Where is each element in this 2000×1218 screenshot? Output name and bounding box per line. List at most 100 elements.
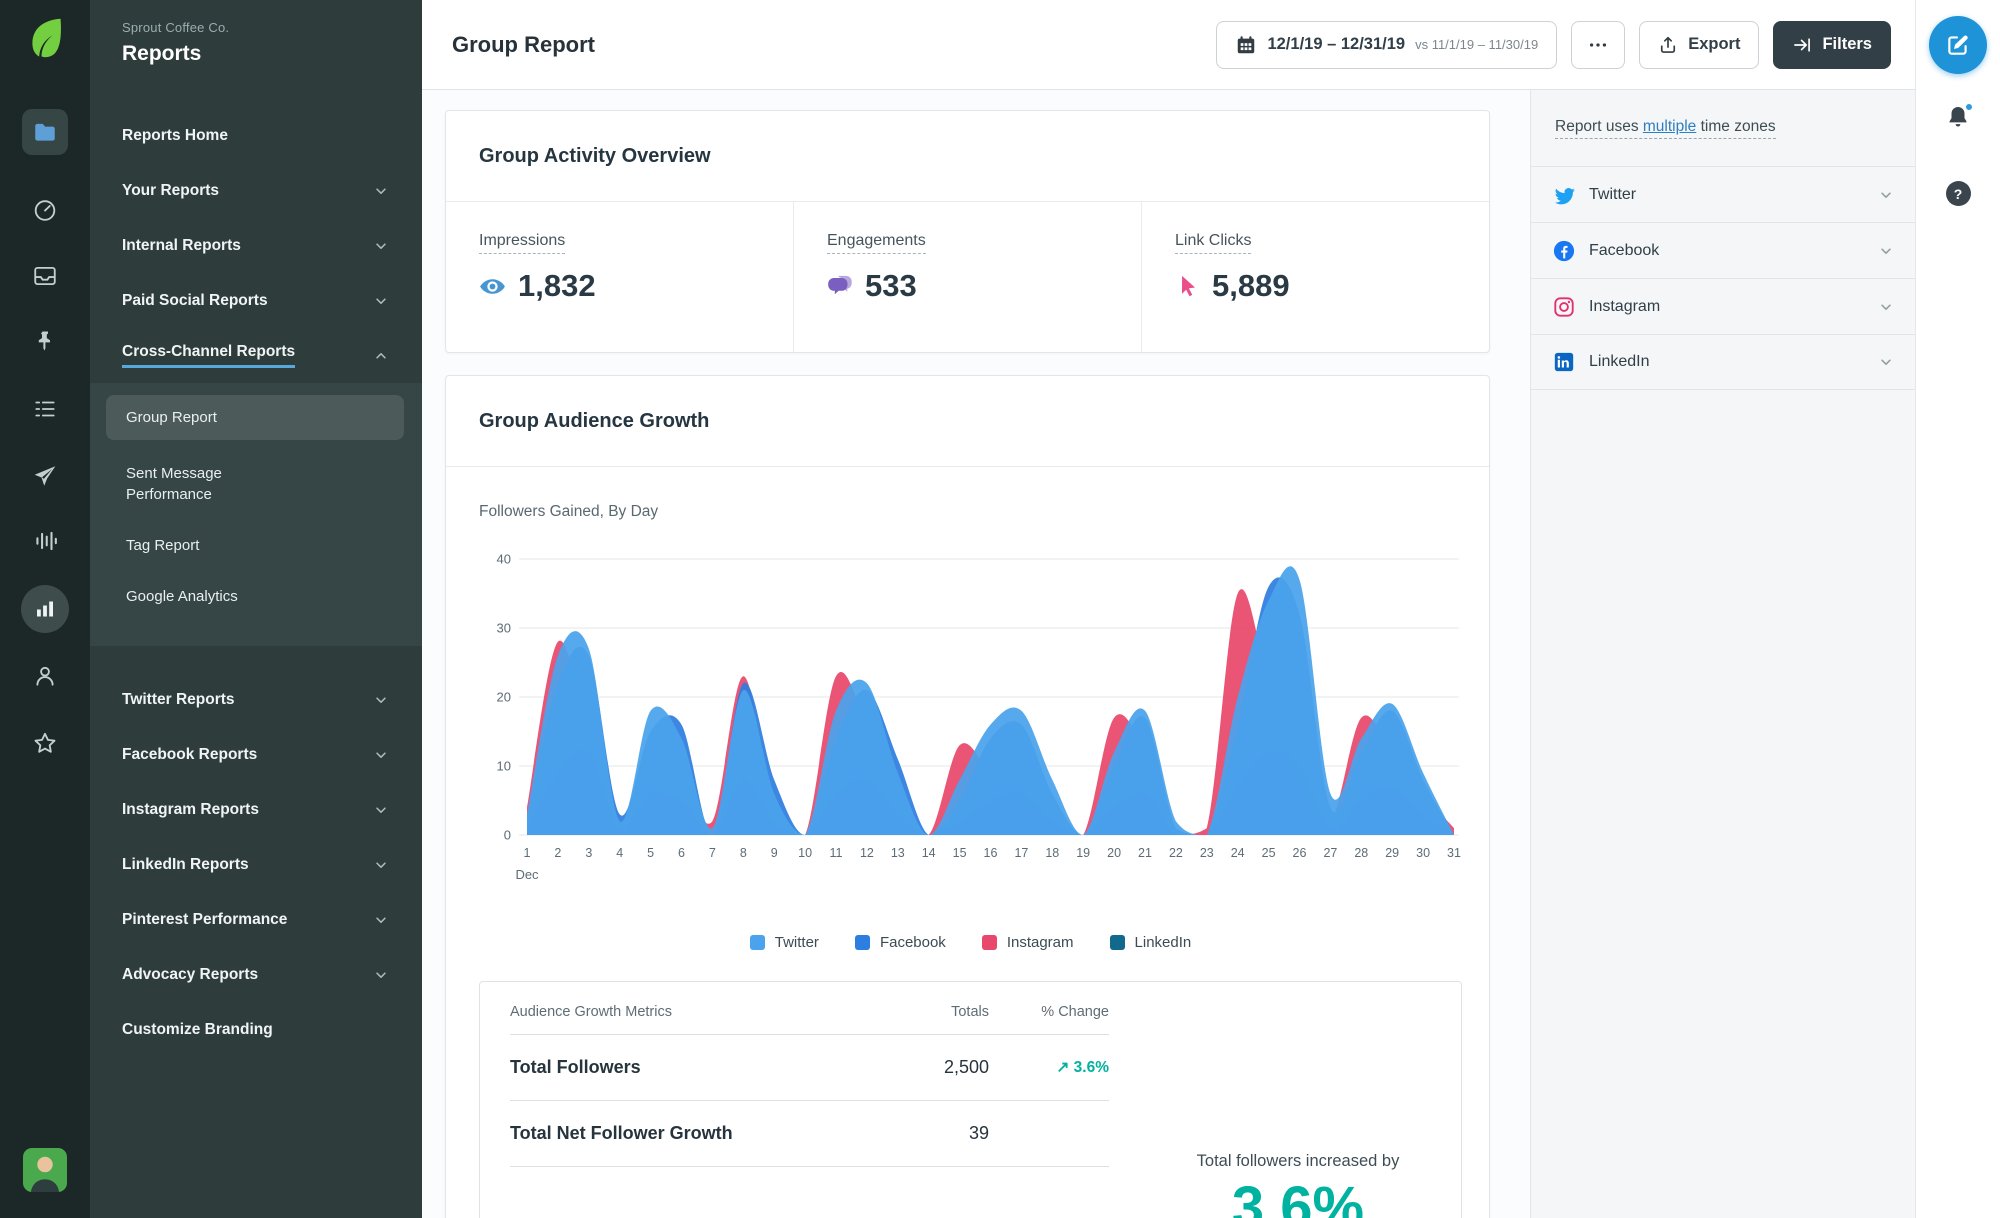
group-activity-overview-card: Group Activity Overview Impressions 1,832… [445, 110, 1490, 353]
svg-text:11: 11 [830, 846, 843, 860]
sidebar-item-instagram-reports[interactable]: Instagram Reports [90, 782, 422, 837]
metric-label[interactable]: Engagements [827, 232, 926, 254]
svg-text:14: 14 [922, 846, 936, 860]
chevron-up-icon [376, 352, 386, 359]
network-row-facebook[interactable]: Facebook [1531, 222, 1915, 278]
sidebar-subitem-label: Group Report [126, 409, 217, 426]
notification-dot [1964, 102, 1974, 112]
audience-growth-table: Audience Growth Metrics Totals % Change To… [480, 982, 1135, 1218]
svg-text:0: 0 [504, 828, 511, 843]
sidebar-subitem-sent-message-performance[interactable]: Sent Message Performance [90, 448, 422, 520]
sidebar-nav-networks: Twitter Reports Facebook Reports Instagram… [90, 672, 422, 1057]
sidebar-subitem-tag-report[interactable]: Tag Report [90, 520, 422, 571]
sidebar-subitem-group-report[interactable]: Group Report [106, 395, 404, 440]
network-row-twitter[interactable]: Twitter [1531, 166, 1915, 222]
svg-text:19: 19 [1076, 846, 1090, 860]
export-label: Export [1688, 35, 1741, 53]
user-avatar[interactable] [23, 1148, 67, 1192]
svg-text:6: 6 [678, 846, 685, 860]
table-header-cell: % Change [1041, 1004, 1109, 1020]
sidebar-item-paid-social-reports[interactable]: Paid Social Reports [90, 273, 422, 328]
svg-text:10: 10 [798, 846, 812, 860]
sidebar-subitem-label: Sent Message Performance [126, 465, 222, 503]
svg-text:1: 1 [524, 846, 531, 860]
growth-card-body: Followers Gained, By Day 0 10 20 30 40 1 2 3 4 5 6… [446, 467, 1489, 1218]
network-row-linkedin[interactable]: LinkedIn [1531, 334, 1915, 390]
table-header-row: Audience Growth Metrics Totals % Change [510, 982, 1109, 1035]
advocacy-person-icon[interactable] [32, 663, 58, 689]
area-series-twitter [527, 566, 1454, 835]
chevron-down-icon [376, 916, 386, 923]
sidebar-item-label: Cross-Channel Reports [122, 343, 296, 368]
legend-item-twitter[interactable]: Twitter [749, 934, 819, 951]
sidebar-subitem-google-analytics[interactable]: Google Analytics [90, 571, 422, 622]
chevron-down-icon [376, 242, 386, 249]
row-total: 39 [968, 1123, 989, 1143]
table-header-cell: Audience Growth Metrics [510, 1004, 672, 1020]
chevron-down-icon [376, 971, 386, 978]
chevron-down-icon [1881, 303, 1891, 310]
metric-value-row: 1,832 [479, 268, 793, 304]
row-label: Total Followers [510, 1057, 641, 1077]
legend-label: Facebook [879, 933, 946, 951]
calendar-icon [1238, 35, 1255, 53]
linkedin-icon [1553, 351, 1575, 373]
filters-label: Filters [1822, 35, 1872, 53]
company-name: Sprout Coffee Co. [122, 20, 230, 35]
sidebar-rail-reports-folder[interactable] [22, 109, 68, 155]
svg-text:28: 28 [1354, 846, 1368, 860]
metric-label[interactable]: Impressions [479, 232, 566, 254]
svg-text:10: 10 [497, 759, 511, 774]
listening-bars-icon[interactable] [32, 528, 58, 554]
date-compare-value: vs 11/1/19 – 11/30/19 [1415, 37, 1539, 52]
sidebar-item-twitter-reports[interactable]: Twitter Reports [90, 672, 422, 727]
sidebar-item-reports-home[interactable]: Reports Home [90, 108, 422, 163]
date-range-button[interactable]: 12/1/19 – 12/31/19 vs 11/1/19 – 11/30/19 [1216, 20, 1558, 69]
filters-button[interactable]: Filters [1773, 20, 1891, 69]
publishing-plane-icon[interactable] [32, 463, 58, 489]
network-rows: Twitter Facebook Instagram LinkedIn [1531, 166, 1915, 390]
legend-item-instagram[interactable]: Instagram [981, 934, 1074, 951]
sidebar-item-label: Your Reports [122, 181, 220, 199]
sidebar-item-facebook-reports[interactable]: Facebook Reports [90, 727, 422, 782]
pin-icon[interactable] [32, 328, 58, 354]
multiple-timezones-link[interactable]: multiple [1643, 118, 1696, 135]
help-button[interactable]: ? [1945, 181, 1971, 206]
dashboard-gauge-icon[interactable] [32, 197, 58, 223]
svg-text:25: 25 [1262, 846, 1276, 860]
reports-icon-active[interactable] [21, 585, 69, 633]
sidebar-item-internal-reports[interactable]: Internal Reports [90, 218, 422, 273]
svg-text:24: 24 [1231, 846, 1245, 860]
sidebar-item-pinterest-performance[interactable]: Pinterest Performance [90, 892, 422, 947]
smart-inbox-icon[interactable] [32, 263, 58, 289]
sidebar-item-customize-branding[interactable]: Customize Branding [90, 1002, 422, 1057]
timezone-notice: Report uses multiple time zones [1531, 90, 1915, 166]
legend-item-linkedin[interactable]: LinkedIn [1109, 934, 1191, 951]
legend-item-facebook[interactable]: Facebook [854, 933, 946, 951]
notifications-button[interactable] [1945, 102, 1974, 135]
favorites-star-icon[interactable] [32, 730, 58, 756]
chevron-down-icon [376, 861, 386, 868]
queue-list-icon[interactable] [32, 396, 58, 422]
sidebar-header: Sprout Coffee Co. Reports [90, 0, 422, 108]
sidebar-item-advocacy-reports[interactable]: Advocacy Reports [90, 947, 422, 1002]
sidebar-item-your-reports[interactable]: Your Reports [90, 163, 422, 218]
more-options-button[interactable] [1571, 20, 1626, 69]
sidebar-item-cross-channel-reports[interactable]: Cross-Channel Reports [90, 328, 422, 383]
svg-text:5: 5 [647, 846, 654, 860]
sidebar-item-linkedin-reports[interactable]: LinkedIn Reports [90, 837, 422, 892]
network-row-instagram[interactable]: Instagram [1531, 278, 1915, 334]
cursor-icon [1181, 275, 1195, 296]
eye-icon [480, 278, 505, 294]
metric-value-row: 5,889 [1175, 268, 1489, 304]
chevron-down-icon [376, 696, 386, 703]
notice-suffix: time zones [1696, 118, 1776, 135]
svg-text:20: 20 [1107, 846, 1121, 860]
sidebar-item-label: Twitter Reports [122, 690, 235, 708]
metric-label[interactable]: Link Clicks [1175, 232, 1252, 254]
app-icon-rail [0, 0, 90, 1218]
compose-button[interactable] [1929, 16, 1987, 74]
chevron-down-icon [376, 297, 386, 304]
export-button[interactable]: Export [1639, 20, 1760, 69]
sidebar-item-label: Customize Branding [122, 1020, 273, 1038]
